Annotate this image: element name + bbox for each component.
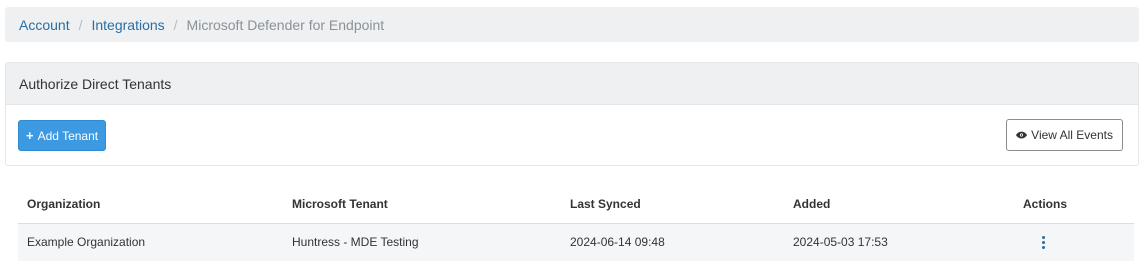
- tenants-table: Organization Microsoft Tenant Last Synce…: [18, 186, 1134, 261]
- add-tenant-button[interactable]: + Add Tenant: [18, 120, 107, 151]
- panel-title: Authorize Direct Tenants: [6, 63, 1138, 105]
- table-row: Example Organization Huntress - MDE Test…: [18, 223, 1134, 261]
- table-header-row: Organization Microsoft Tenant Last Synce…: [18, 186, 1134, 224]
- column-header-actions: Actions: [1014, 186, 1134, 224]
- view-all-events-button[interactable]: View All Events: [1006, 119, 1123, 151]
- add-tenant-label: Add Tenant: [37, 128, 99, 143]
- eye-icon: [1016, 131, 1028, 139]
- cell-actions: [1014, 223, 1134, 261]
- cell-organization: Example Organization: [18, 223, 283, 261]
- column-header-organization[interactable]: Organization: [18, 186, 283, 224]
- column-header-last-synced[interactable]: Last Synced: [561, 186, 784, 224]
- cell-added: 2024-05-03 17:53: [784, 223, 1014, 261]
- cell-last-synced: 2024-06-14 09:48: [561, 223, 784, 261]
- kebab-menu-icon[interactable]: [1042, 236, 1045, 250]
- cell-microsoft-tenant: Huntress - MDE Testing: [283, 223, 561, 261]
- breadcrumb-integrations-link[interactable]: Integrations: [91, 17, 164, 33]
- panel-body: + Add Tenant View All Events: [6, 105, 1138, 165]
- view-all-events-label: View All Events: [1031, 128, 1113, 142]
- plus-icon: +: [26, 128, 34, 143]
- column-header-added[interactable]: Added: [784, 186, 1014, 224]
- breadcrumb: Account / Integrations / Microsoft Defen…: [5, 7, 1139, 42]
- breadcrumb-separator: /: [78, 16, 83, 33]
- breadcrumb-account-link[interactable]: Account: [19, 17, 70, 33]
- column-header-microsoft-tenant[interactable]: Microsoft Tenant: [283, 186, 561, 224]
- breadcrumb-current: Microsoft Defender for Endpoint: [186, 16, 385, 33]
- breadcrumb-separator: /: [173, 16, 178, 33]
- authorize-tenants-panel: Authorize Direct Tenants + Add Tenant Vi…: [5, 62, 1139, 166]
